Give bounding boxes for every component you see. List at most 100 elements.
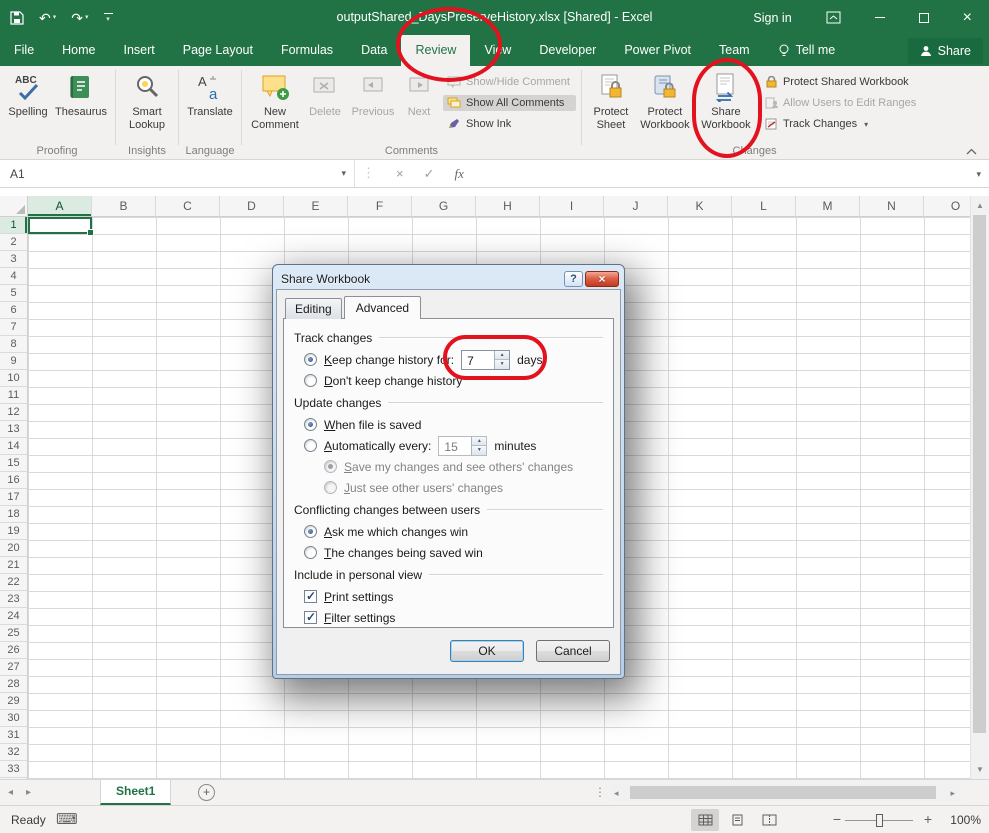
row-header-21[interactable]: 21 [0, 557, 27, 574]
next-sheet-icon[interactable]: ▸ [26, 787, 31, 798]
tab-formulas[interactable]: Formulas [267, 35, 347, 66]
tab-insert[interactable]: Insert [110, 35, 169, 66]
row-header-4[interactable]: 4 [0, 268, 27, 285]
spin-up-icon[interactable]: ▲ [495, 351, 509, 361]
row-header-25[interactable]: 25 [0, 625, 27, 642]
row-header-23[interactable]: 23 [0, 591, 27, 608]
row-header-1[interactable]: 1 [0, 217, 27, 234]
track-changes-button[interactable]: Track Changes ▾ [761, 116, 922, 132]
just-see-others-radio[interactable] [324, 481, 337, 494]
changes-saved-win-option[interactable]: The changes being saved win [294, 543, 603, 562]
tab-power-pivot[interactable]: Power Pivot [610, 35, 705, 66]
ok-button[interactable]: OK [450, 640, 524, 662]
row-header-30[interactable]: 30 [0, 710, 27, 727]
tab-view[interactable]: View [470, 35, 525, 66]
print-settings-option[interactable]: Print settings [294, 587, 603, 606]
column-header-O[interactable]: O [924, 196, 970, 216]
row-header-5[interactable]: 5 [0, 285, 27, 302]
vertical-scrollbar-thumb[interactable] [973, 215, 986, 733]
row-header-11[interactable]: 11 [0, 387, 27, 404]
changes-saved-win-radio[interactable] [304, 546, 317, 559]
column-header-L[interactable]: L [732, 196, 796, 216]
close-button[interactable]: × [946, 0, 989, 35]
name-box-caret-icon[interactable]: ▾ [341, 168, 346, 179]
zoom-slider-thumb[interactable] [876, 814, 883, 827]
ribbon-display-options-icon[interactable] [809, 0, 858, 35]
row-header-8[interactable]: 8 [0, 336, 27, 353]
dialog-title-bar[interactable]: Share Workbook ? × [276, 268, 621, 289]
row-header-15[interactable]: 15 [0, 455, 27, 472]
row-header-10[interactable]: 10 [0, 370, 27, 387]
new-sheet-button[interactable]: + [198, 784, 215, 801]
minimize-button[interactable] [858, 0, 902, 35]
column-header-F[interactable]: F [348, 196, 412, 216]
name-box[interactable]: A1 ▾ [0, 160, 355, 187]
days-value[interactable]: 7 [462, 351, 494, 369]
filter-settings-option[interactable]: Filter settings [294, 608, 603, 627]
column-header-J[interactable]: J [604, 196, 668, 216]
row-header-22[interactable]: 22 [0, 574, 27, 591]
minutes-spinner[interactable]: 15 ▲▼ [438, 436, 487, 456]
spelling-button[interactable]: ABC Spelling [4, 67, 52, 145]
print-settings-checkbox[interactable] [304, 590, 317, 603]
page-break-view-button[interactable] [755, 809, 783, 831]
next-comment-button[interactable]: Next [399, 67, 439, 145]
scroll-down-icon[interactable]: ▼ [971, 761, 989, 778]
automatically-every-option[interactable]: Automatically every: 15 ▲▼ minutes [294, 436, 603, 455]
insert-function-icon[interactable]: fx [455, 166, 464, 182]
row-header-12[interactable]: 12 [0, 404, 27, 421]
smart-lookup-button[interactable]: Smart Lookup [121, 67, 173, 145]
column-header-I[interactable]: I [540, 196, 604, 216]
maximize-button[interactable] [902, 0, 946, 35]
row-header-33[interactable]: 33 [0, 761, 27, 778]
row-header-13[interactable]: 13 [0, 421, 27, 438]
column-header-E[interactable]: E [284, 196, 348, 216]
tab-review[interactable]: Review [401, 35, 470, 66]
show-all-comments-button[interactable]: Show All Comments [443, 95, 576, 111]
column-header-G[interactable]: G [412, 196, 476, 216]
prev-sheet-icon[interactable]: ◂ [8, 787, 13, 798]
new-comment-button[interactable]: New Comment [247, 67, 303, 145]
row-header-6[interactable]: 6 [0, 302, 27, 319]
tab-page-layout[interactable]: Page Layout [169, 35, 267, 66]
row-header-14[interactable]: 14 [0, 438, 27, 455]
tab-developer[interactable]: Developer [525, 35, 610, 66]
cancel-button[interactable]: Cancel [536, 640, 610, 662]
vertical-scrollbar[interactable]: ▲ ▼ [970, 196, 989, 779]
filter-settings-checkbox[interactable] [304, 611, 317, 624]
spin-up-icon[interactable]: ▲ [472, 437, 486, 447]
row-header-9[interactable]: 9 [0, 353, 27, 370]
minutes-value[interactable]: 15 [439, 437, 471, 455]
share-button[interactable]: Share [908, 38, 983, 64]
tab-advanced[interactable]: Advanced [344, 296, 421, 319]
sign-in-link[interactable]: Sign in [736, 0, 808, 35]
thesaurus-button[interactable]: Thesaurus [52, 67, 110, 145]
protect-shared-workbook-button[interactable]: Protect Shared Workbook [761, 74, 922, 90]
confirm-entry-icon[interactable]: ✓ [424, 166, 435, 182]
row-header-19[interactable]: 19 [0, 523, 27, 540]
cancel-entry-icon[interactable]: × [396, 166, 404, 181]
dialog-help-button[interactable]: ? [564, 271, 583, 287]
zoom-level[interactable]: 100% [937, 813, 981, 827]
days-spinner[interactable]: 7 ▲▼ [461, 350, 510, 370]
when-file-saved-radio[interactable] [304, 418, 317, 431]
tab-splitter-icon[interactable]: ⋮ [594, 785, 606, 799]
zoom-out-icon[interactable]: − [833, 811, 841, 827]
allow-users-edit-ranges-button[interactable]: Allow Users to Edit Ranges [761, 95, 922, 111]
ask-me-radio[interactable] [304, 525, 317, 538]
share-workbook-button[interactable]: Share Workbook [695, 67, 757, 145]
spin-down-icon[interactable]: ▼ [495, 360, 509, 369]
normal-view-button[interactable] [691, 809, 719, 831]
collapse-ribbon-button[interactable] [966, 148, 977, 155]
keep-change-history-radio[interactable] [304, 353, 317, 366]
tab-home[interactable]: Home [48, 35, 109, 66]
row-header-29[interactable]: 29 [0, 693, 27, 710]
delete-comment-button[interactable]: Delete [303, 67, 347, 145]
row-header-2[interactable]: 2 [0, 234, 27, 251]
keep-change-history-option[interactable]: Keep change history for: 7 ▲▼ days [294, 350, 603, 369]
row-header-20[interactable]: 20 [0, 540, 27, 557]
tab-team[interactable]: Team [705, 35, 764, 66]
just-see-others-option[interactable]: Just see other users' changes [294, 478, 603, 497]
row-header-18[interactable]: 18 [0, 506, 27, 523]
automatically-every-radio[interactable] [304, 439, 317, 452]
